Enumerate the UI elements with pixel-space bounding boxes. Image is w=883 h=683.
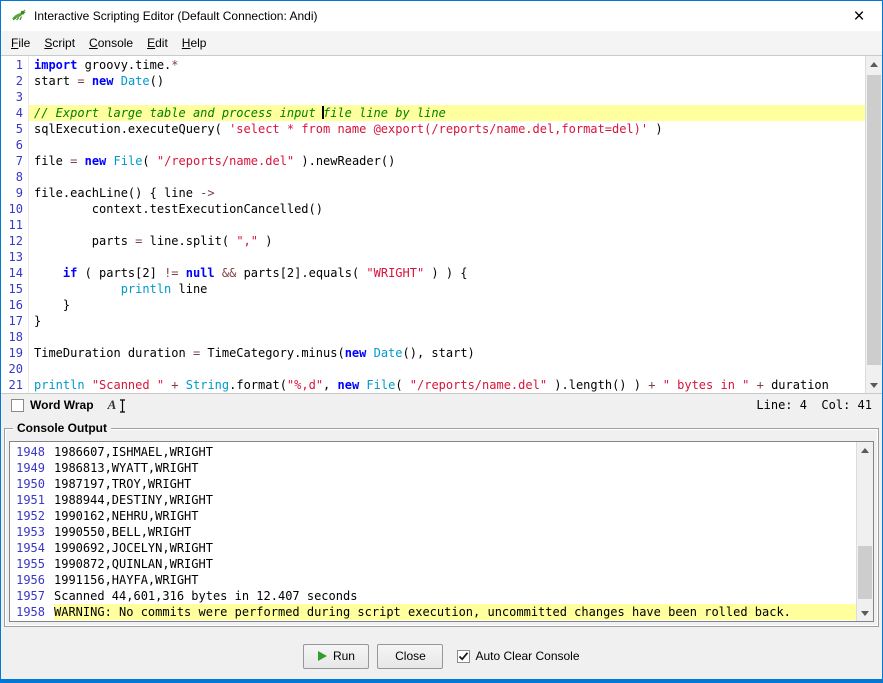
font-letter: A (108, 397, 117, 413)
console-line: 19511988944,DESTINY,WRIGHT (10, 492, 856, 508)
code-line[interactable] (29, 329, 865, 345)
console-line: 19521990162,NEHRU,WRIGHT (10, 508, 856, 524)
menu-item-script[interactable]: Script (37, 33, 82, 53)
line-number: 16 (1, 297, 23, 313)
close-button-label: Close (395, 649, 426, 663)
code-line[interactable]: if ( parts[2] != null && parts[2].equals… (29, 265, 865, 281)
run-button-label: Run (333, 649, 355, 663)
code-line[interactable] (29, 89, 865, 105)
line-number: 9 (1, 185, 23, 201)
line-number: 6 (1, 137, 23, 153)
line-number: 15 (1, 281, 23, 297)
console-line: 1958WARNING: No commits were performed d… (10, 604, 856, 620)
line-number: 19 (1, 345, 23, 361)
code-line[interactable] (29, 217, 865, 233)
console-panel: Console Output 19481986607,ISHMAEL,WRIGH… (4, 428, 879, 627)
code-line[interactable] (29, 249, 865, 265)
console-viewport: 19481986607,ISHMAEL,WRIGHT19491986813,WY… (9, 441, 874, 622)
editor-scroll-thumb[interactable] (867, 75, 881, 365)
auto-clear-console-label[interactable]: Auto Clear Console (475, 649, 579, 663)
code-line[interactable]: start = new Date() (29, 73, 865, 89)
code-line[interactable]: println line (29, 281, 865, 297)
line-number: 3 (1, 89, 23, 105)
console-scroll-thumb[interactable] (858, 546, 872, 599)
line-number: 11 (1, 217, 23, 233)
code-line[interactable]: sqlExecution.executeQuery( 'select * fro… (29, 121, 865, 137)
console-vscrollbar[interactable] (856, 442, 873, 621)
code-line[interactable] (29, 137, 865, 153)
line-number: 21 (1, 377, 23, 393)
code-line[interactable]: // Export large table and process input … (29, 105, 865, 121)
play-icon (318, 651, 327, 661)
editor-scroll-down-icon[interactable] (866, 377, 882, 393)
code-line[interactable]: } (29, 313, 865, 329)
code-line[interactable]: context.testExecutionCancelled() (29, 201, 865, 217)
line-number: 7 (1, 153, 23, 169)
word-wrap-label[interactable]: Word Wrap (30, 398, 94, 412)
line-number: 1 (1, 57, 23, 73)
code-line[interactable]: } (29, 297, 865, 313)
close-button[interactable]: Close (377, 644, 443, 669)
editor-code[interactable]: import groovy.time.*start = new Date() //… (29, 56, 865, 393)
editor-status-bar: Word Wrap A Line: 4 Col: 41 (1, 393, 882, 416)
editor: 123456789101112131415161718192021 import… (1, 56, 882, 393)
editor-gutter: 123456789101112131415161718192021 (1, 56, 29, 393)
console-output[interactable]: 19481986607,ISHMAEL,WRIGHT19491986813,WY… (10, 442, 856, 621)
console-line: 19541990692,JOCELYN,WRIGHT (10, 540, 856, 556)
word-wrap-checkbox[interactable] (11, 399, 24, 412)
line-number: 12 (1, 233, 23, 249)
menu-item-console[interactable]: Console (82, 33, 140, 53)
code-line[interactable]: import groovy.time.* (29, 57, 865, 73)
scripting-editor-window: Interactive Scripting Editor (Default Co… (0, 0, 883, 683)
auto-clear-console-checkbox[interactable] (457, 650, 470, 663)
menu-item-edit[interactable]: Edit (140, 33, 175, 53)
console-line: 19561991156,HAYFA,WRIGHT (10, 572, 856, 588)
line-number: 14 (1, 265, 23, 281)
close-icon: × (853, 7, 864, 26)
code-line[interactable] (29, 169, 865, 185)
console-line: 19481986607,ISHMAEL,WRIGHT (10, 444, 856, 460)
line-number: 13 (1, 249, 23, 265)
console-scroll-track[interactable] (857, 458, 873, 605)
editor-vscrollbar[interactable] (865, 56, 882, 393)
console-line: 19531990550,BELL,WRIGHT (10, 524, 856, 540)
code-line[interactable]: println "Scanned " + String.format("%,d"… (29, 377, 865, 393)
code-line[interactable]: file = new File( "/reports/name.del" ).n… (29, 153, 865, 169)
code-line[interactable] (29, 361, 865, 377)
editor-scroll-track[interactable] (866, 72, 882, 377)
title-bar: Interactive Scripting Editor (Default Co… (1, 1, 882, 31)
console-scroll-down-icon[interactable] (857, 605, 873, 621)
window-title: Interactive Scripting Editor (Default Co… (34, 9, 317, 23)
action-bar: Run Close Auto Clear Console (1, 633, 882, 679)
app-icon (10, 8, 26, 24)
font-select-icon[interactable]: A (108, 397, 128, 413)
code-line[interactable]: parts = line.split( "," ) (29, 233, 865, 249)
menu-item-file[interactable]: File (4, 33, 37, 53)
console-title: Console Output (13, 421, 111, 435)
line-number: 18 (1, 329, 23, 345)
console-line: 19501987197,TROY,WRIGHT (10, 476, 856, 492)
menu-bar: FileScriptConsoleEditHelp (1, 31, 882, 56)
menu-item-help[interactable]: Help (175, 33, 214, 53)
console-line: 19551990872,QUINLAN,WRIGHT (10, 556, 856, 572)
close-window-button[interactable]: × (836, 1, 882, 31)
checkmark-icon (458, 651, 469, 662)
line-number: 2 (1, 73, 23, 89)
console-line: 19491986813,WYATT,WRIGHT (10, 460, 856, 476)
line-number: 5 (1, 121, 23, 137)
line-number: 4 (1, 105, 23, 121)
line-number: 8 (1, 169, 23, 185)
code-line[interactable]: file.eachLine() { line -> (29, 185, 865, 201)
console-line: 1957Scanned 44,601,316 bytes in 12.407 s… (10, 588, 856, 604)
console-scroll-up-icon[interactable] (857, 442, 873, 458)
editor-scroll-up-icon[interactable] (866, 56, 882, 72)
line-number: 10 (1, 201, 23, 217)
caret-position: Line: 4 Col: 41 (756, 398, 872, 412)
line-number: 17 (1, 313, 23, 329)
run-button[interactable]: Run (303, 644, 369, 669)
line-number: 20 (1, 361, 23, 377)
code-line[interactable]: TimeDuration duration = TimeCategory.min… (29, 345, 865, 361)
